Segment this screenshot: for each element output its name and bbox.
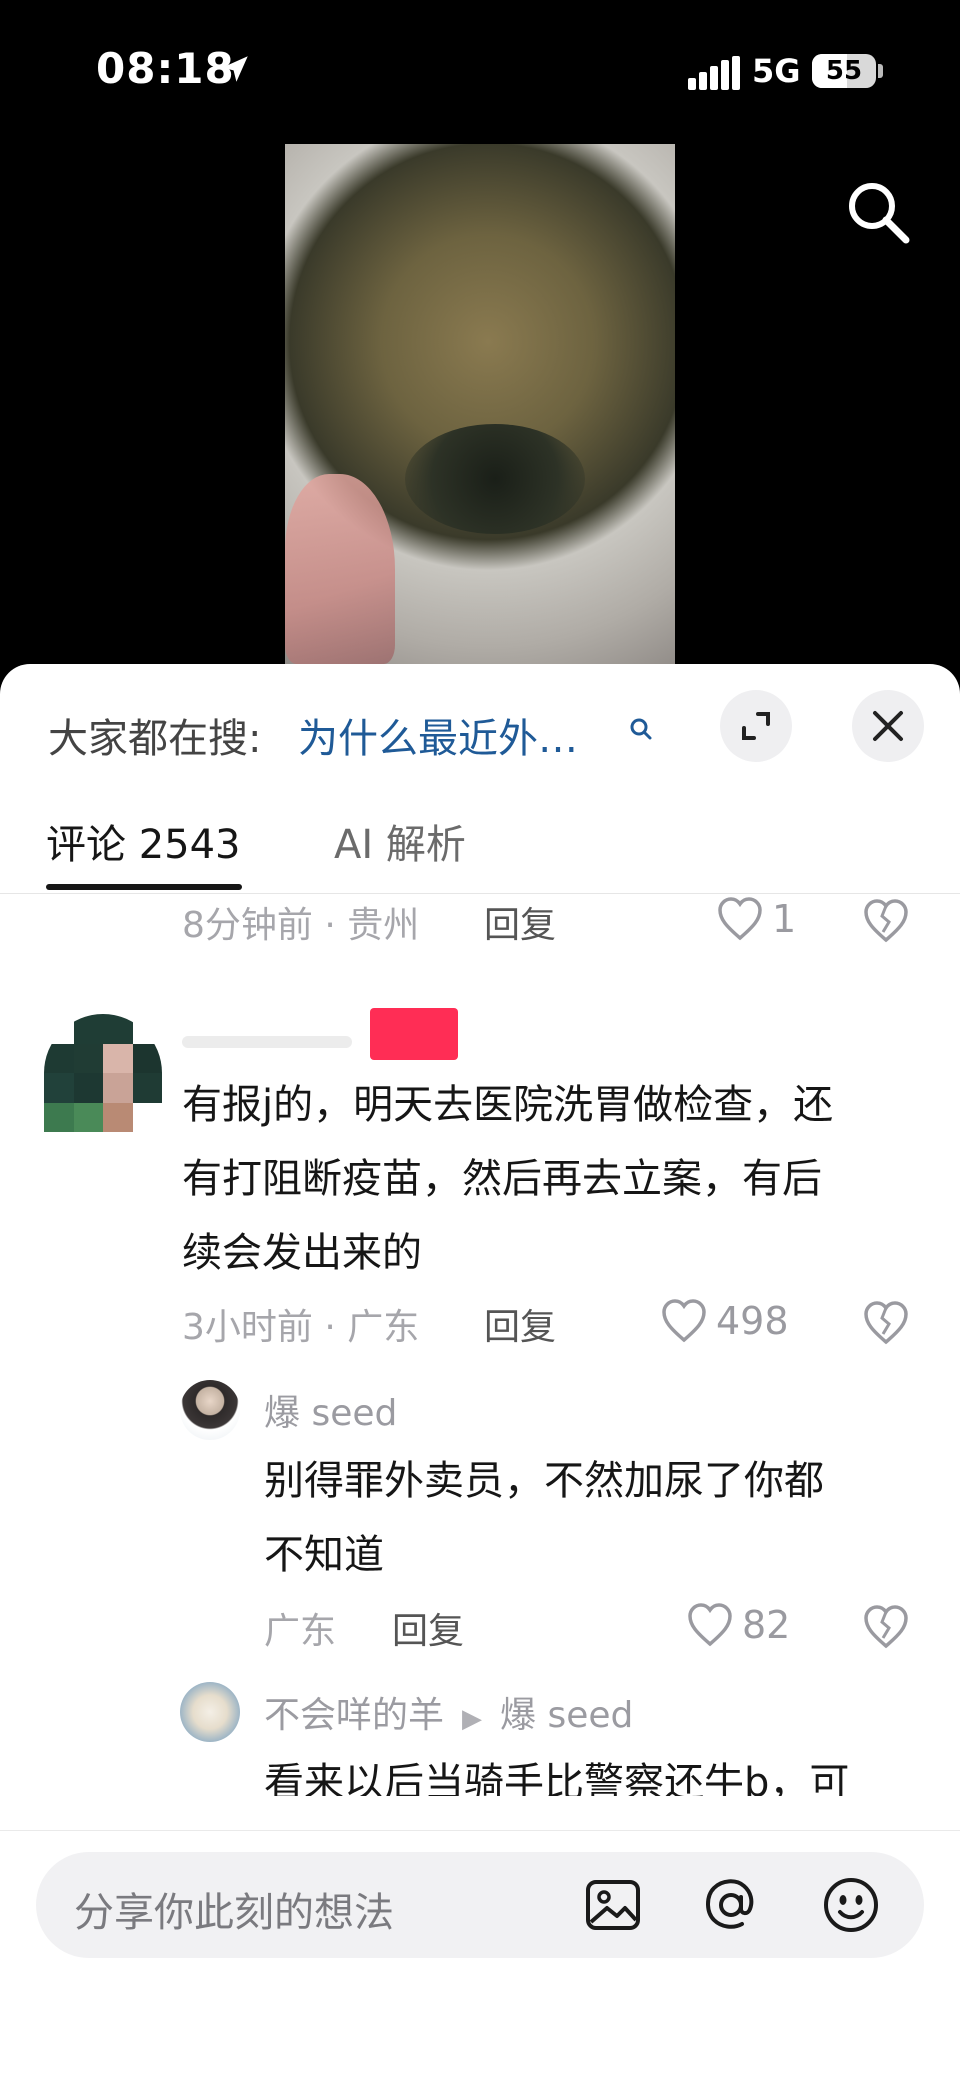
comment-tabs: 评论 2543 AI 解析: [0, 794, 960, 894]
reply-line: 看来以后当骑手比警察还牛b，可: [264, 1760, 850, 1796]
comment-time-location: 3小时前 · 广东: [182, 1307, 420, 1348]
status-time: 08:18: [96, 44, 235, 93]
comment-meta: 3小时前 · 广东 回复 498: [0, 1298, 960, 1348]
reply-avatar[interactable]: [180, 1380, 240, 1440]
reply-body: 看来以后当骑手比警察还牛b，可: [264, 1746, 924, 1796]
comment-line: 续会发出来的: [182, 1230, 422, 1276]
comment-meta: 8分钟前 · 贵州 回复 1: [0, 896, 960, 946]
app-screen: 08:18 5G 55 大家都在搜: 为什么最近外… 评论 2543 AI 解析…: [0, 0, 960, 2079]
tab-comments[interactable]: 评论 2543: [46, 812, 241, 870]
comment-time-location: 8分钟前 · 贵州: [182, 905, 420, 946]
at-icon[interactable]: [700, 1874, 762, 1936]
like-count: 82: [742, 1603, 791, 1647]
like-count: 498: [716, 1299, 789, 1343]
username-placeholder: [182, 1036, 352, 1048]
like-button[interactable]: 82: [686, 1602, 790, 1648]
reply-body: 别得罪外卖员，不然加尿了你都 不知道: [264, 1444, 924, 1592]
battery-tip: [878, 64, 883, 78]
sheet-header: 大家都在搜: 为什么最近外…: [0, 664, 960, 774]
image-icon[interactable]: [582, 1874, 644, 1936]
reply-location: 广东: [264, 1611, 337, 1652]
battery-icon: 55: [812, 54, 876, 88]
like-count: 1: [772, 897, 797, 941]
reply-line: 不知道: [264, 1532, 384, 1578]
comment-list[interactable]: 8分钟前 · 贵州 回复 1 有报j的，明天去医院洗胃做检查，还 有打阻断疫苗，…: [0, 896, 960, 1796]
dislike-icon[interactable]: [862, 898, 910, 944]
video-player[interactable]: [285, 144, 675, 664]
expand-button[interactable]: [720, 690, 792, 762]
battery-percent: 55: [825, 56, 863, 86]
reply-button[interactable]: 回复: [392, 1602, 464, 1654]
reply-username-line: 不会咩的羊 ▶ 爆 seed: [264, 1686, 633, 1738]
video-content-hand: [285, 474, 395, 664]
comment-input-placeholder: 分享你此刻的想法: [74, 1890, 394, 1936]
composer-divider: [0, 1830, 960, 1831]
close-button[interactable]: [852, 690, 924, 762]
close-icon: [873, 711, 903, 741]
comment-line: 有报j的，明天去医院洗胃做检查，还: [182, 1082, 834, 1128]
comment-body: 有报j的，明天去医院洗胃做检查，还 有打阻断疫苗，然后再去立案，有后 续会发出来…: [182, 1068, 922, 1290]
tab-ai-analysis[interactable]: AI 解析: [334, 812, 466, 870]
network-type: 5G: [752, 52, 801, 90]
reply-username[interactable]: 爆 seed: [264, 1384, 397, 1436]
reply-button[interactable]: 回复: [484, 896, 556, 948]
avatar-pixelated: [44, 1014, 162, 1132]
reply-to-username[interactable]: 爆 seed: [500, 1695, 633, 1736]
reply-avatar[interactable]: [180, 1682, 240, 1742]
small-search-icon[interactable]: [628, 716, 654, 742]
active-tab-indicator: [46, 884, 242, 890]
expand-icon: [742, 712, 770, 740]
heart-icon: [688, 1603, 732, 1647]
dislike-icon[interactable]: [862, 1604, 910, 1650]
reply-username[interactable]: 不会咩的羊: [264, 1695, 444, 1736]
location-arrow-icon: [222, 56, 248, 82]
reply-to-arrow-icon: ▶: [462, 1704, 483, 1734]
video-content: [405, 424, 585, 534]
heart-icon: [718, 897, 762, 941]
username-masked[interactable]: [182, 1014, 362, 1056]
author-badge: [370, 1008, 458, 1060]
trending-search-label: 大家都在搜:: [48, 716, 262, 762]
emoji-icon[interactable]: [820, 1874, 882, 1936]
comment-input[interactable]: 分享你此刻的想法: [36, 1852, 924, 1958]
bottom-safe-area: [0, 1958, 960, 2079]
heart-icon: [662, 1299, 706, 1343]
reply-meta: 广东 回复 82: [0, 1602, 960, 1652]
reply-line: 别得罪外卖员，不然加尿了你都: [264, 1458, 824, 1504]
comment-line: 有打阻断疫苗，然后再去立案，有后: [182, 1156, 822, 1202]
avatar[interactable]: [44, 1014, 162, 1132]
signal-icon: [688, 56, 740, 90]
reply-button[interactable]: 回复: [484, 1298, 556, 1350]
search-icon[interactable]: [842, 176, 914, 248]
like-button[interactable]: 498: [660, 1298, 789, 1344]
status-bar: 08:18 5G 55: [0, 0, 960, 140]
dislike-icon[interactable]: [862, 1300, 910, 1346]
trending-search-link[interactable]: 为什么最近外…: [298, 706, 578, 764]
like-button[interactable]: 1: [716, 896, 796, 942]
